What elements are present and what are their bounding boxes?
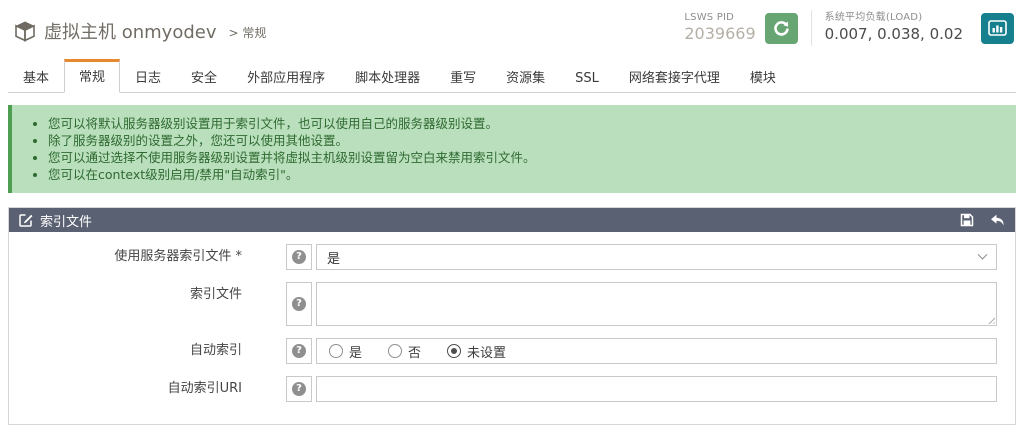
radio-option-yes[interactable]: 是 bbox=[329, 342, 362, 361]
form-row-auto-index: 自动索引 ? 是 否 bbox=[9, 338, 997, 364]
panel-actions bbox=[960, 213, 1005, 227]
tab-rewrite[interactable]: 重写 bbox=[435, 60, 491, 93]
cube-icon bbox=[14, 20, 36, 42]
input-group: ? bbox=[286, 376, 997, 402]
panel-title: 索引文件 bbox=[40, 211, 92, 230]
input-group: ? bbox=[286, 282, 997, 326]
restart-server-button[interactable] bbox=[765, 13, 798, 44]
panel-header: 索引文件 bbox=[9, 208, 1015, 232]
tab-external-app[interactable]: 外部应用程序 bbox=[232, 60, 340, 93]
page: 虚拟主机 onmyodev > 常规 LSWS PID 2039669 系统平均… bbox=[0, 0, 1024, 405]
undo-button[interactable] bbox=[990, 214, 1005, 227]
server-status-bar: LSWS PID 2039669 系统平均负载(LOAD) 0.007, 0.0… bbox=[684, 10, 1014, 46]
edit-icon bbox=[19, 213, 33, 227]
radio-icon bbox=[388, 344, 402, 358]
tab-security[interactable]: 安全 bbox=[176, 60, 232, 93]
index-files-textarea[interactable] bbox=[316, 282, 997, 326]
field-label: 自动索引URI bbox=[9, 376, 286, 402]
load-value: 0.007, 0.038, 0.02 bbox=[825, 25, 963, 44]
field-label: 使用服务器索引文件 * bbox=[9, 244, 286, 270]
panel-body: 使用服务器索引文件 * ? 是 索引文件 ? bbox=[9, 232, 1015, 424]
help-button[interactable]: ? bbox=[286, 282, 312, 326]
stats-dashboard-button[interactable] bbox=[981, 13, 1014, 44]
question-icon: ? bbox=[292, 344, 306, 358]
auto-index-radio-group: 是 否 未设置 bbox=[316, 338, 997, 364]
radio-label: 否 bbox=[408, 342, 421, 361]
save-icon bbox=[960, 213, 974, 227]
chevron-down-icon bbox=[978, 249, 988, 259]
form-row-index-files: 索引文件 ? bbox=[9, 282, 997, 326]
question-icon: ? bbox=[292, 382, 306, 396]
radio-option-not-set[interactable]: 未设置 bbox=[447, 342, 506, 361]
tab-general[interactable]: 常规 bbox=[64, 59, 120, 93]
info-item: 您可以在context级别启用/禁用"自动索引"。 bbox=[48, 166, 1002, 183]
breadcrumb: > 常规 bbox=[229, 24, 267, 41]
field-label: 自动索引 bbox=[9, 338, 286, 364]
index-files-panel: 索引文件 使用服务器索引文件 * bbox=[8, 207, 1016, 425]
radio-icon bbox=[447, 344, 461, 358]
tab-basic[interactable]: 基本 bbox=[8, 60, 64, 93]
info-item: 您可以将默认服务器级别设置用于索引文件，也可以使用自己的服务器级别设置。 bbox=[48, 115, 1002, 132]
field-label: 索引文件 bbox=[9, 282, 286, 308]
tab-websocket-proxy[interactable]: 网络套接字代理 bbox=[614, 60, 735, 93]
textarea-wrap bbox=[316, 282, 997, 326]
form-row-auto-index-uri: 自动索引URI ? bbox=[9, 376, 997, 402]
radio-icon bbox=[329, 344, 343, 358]
vertical-divider bbox=[811, 10, 812, 46]
lsws-pid-block: LSWS PID 2039669 bbox=[684, 12, 755, 45]
info-message-box: 您可以将默认服务器级别设置用于索引文件，也可以使用自己的服务器级别设置。 除了服… bbox=[8, 105, 1016, 193]
info-item: 您可以通过选择不使用服务器级别设置并将虚拟主机级别设置留为空白来禁用索引文件。 bbox=[48, 149, 1002, 166]
help-button[interactable]: ? bbox=[286, 244, 312, 270]
radio-label: 未设置 bbox=[467, 342, 506, 361]
help-button[interactable]: ? bbox=[286, 376, 312, 402]
load-block: 系统平均负载(LOAD) 0.007, 0.038, 0.02 bbox=[825, 12, 963, 43]
page-header: 虚拟主机 onmyodev > 常规 LSWS PID 2039669 系统平均… bbox=[0, 0, 1024, 58]
form-row-use-server-index: 使用服务器索引文件 * ? 是 bbox=[9, 244, 997, 270]
radio-option-no[interactable]: 否 bbox=[388, 342, 421, 361]
load-label: 系统平均负载(LOAD) bbox=[825, 12, 963, 25]
page-title: 虚拟主机 onmyodev bbox=[44, 18, 217, 44]
tab-bar: 基本 常规 日志 安全 外部应用程序 脚本处理器 重写 资源集 SSL 网络套接… bbox=[8, 58, 1016, 93]
tab-script-handler[interactable]: 脚本处理器 bbox=[340, 60, 435, 93]
auto-index-uri-input[interactable] bbox=[316, 376, 997, 402]
input-group: ? 是 否 未设置 bbox=[286, 338, 997, 364]
tab-log[interactable]: 日志 bbox=[120, 60, 176, 93]
radio-label: 是 bbox=[349, 342, 362, 361]
info-item: 除了服务器级别的设置之外，您还可以使用其他设置。 bbox=[48, 132, 1002, 149]
question-icon: ? bbox=[292, 297, 306, 311]
use-server-index-select[interactable]: 是 bbox=[316, 244, 997, 270]
undo-icon bbox=[990, 214, 1005, 227]
lsws-pid-value: 2039669 bbox=[684, 24, 755, 44]
help-button[interactable]: ? bbox=[286, 338, 312, 364]
save-button[interactable] bbox=[960, 213, 974, 227]
input-group: ? 是 bbox=[286, 244, 997, 270]
tab-context[interactable]: 资源集 bbox=[491, 60, 560, 93]
tab-modules[interactable]: 模块 bbox=[735, 60, 791, 93]
lsws-pid-label: LSWS PID bbox=[684, 12, 755, 25]
bar-chart-icon bbox=[988, 20, 1007, 36]
question-icon: ? bbox=[292, 250, 306, 264]
select-value: 是 bbox=[327, 248, 340, 267]
refresh-icon bbox=[773, 20, 790, 37]
tab-ssl[interactable]: SSL bbox=[560, 64, 614, 93]
